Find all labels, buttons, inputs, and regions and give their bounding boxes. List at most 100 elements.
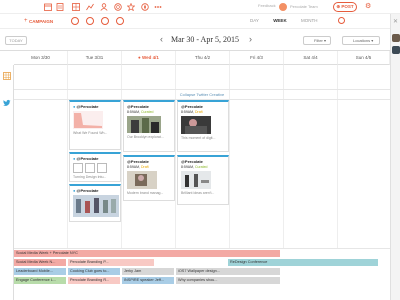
card-handle: @Percolate bbox=[181, 104, 203, 109]
card-handle: ● @Percolate bbox=[73, 156, 99, 161]
tab-week[interactable]: WEEK bbox=[273, 18, 287, 23]
card-handle-text: @Percolate bbox=[76, 188, 99, 193]
content-card[interactable]: @Percolate 8:59AM, Draft Modern brand ma… bbox=[123, 155, 175, 201]
campaign-bar[interactable]: Jerky Jam bbox=[122, 268, 174, 275]
card-body: What We Found Wh... bbox=[73, 131, 108, 135]
card-handle-text: @Percolate bbox=[76, 104, 99, 109]
post-button-label: POST bbox=[341, 4, 354, 9]
status-badge: Draft bbox=[141, 165, 149, 169]
campaign-bar[interactable]: Why companies shou... bbox=[176, 277, 280, 284]
card-body: Our Brooklyn explorat... bbox=[127, 135, 164, 139]
campaign-bar[interactable]: iOS7 Wallpaper design... bbox=[176, 268, 280, 275]
locations-label: Locations bbox=[353, 38, 371, 43]
twitter-icon[interactable] bbox=[3, 99, 11, 107]
pin-icon[interactable] bbox=[71, 17, 79, 25]
close-icon[interactable]: ✕ bbox=[393, 18, 398, 25]
card-body: Modern brand manag... bbox=[127, 191, 164, 195]
collapse-twitter-link[interactable]: Collapse Twitter Creative bbox=[14, 90, 390, 99]
chart-thumbnail bbox=[73, 111, 103, 129]
avatar[interactable] bbox=[392, 34, 400, 42]
grid-icon[interactable] bbox=[72, 3, 80, 11]
day-header-wed-label: Wed 4/1 bbox=[142, 55, 159, 60]
content-card[interactable]: @Percolate 8:59AM, Draft This moment of … bbox=[177, 100, 229, 152]
post-button[interactable]: ⊕ POST bbox=[333, 2, 357, 12]
copy-icon[interactable] bbox=[101, 17, 109, 25]
user-name[interactable]: Feedback bbox=[258, 3, 276, 8]
row-divider bbox=[14, 248, 390, 249]
day-header-sun[interactable]: Sun 4/5 bbox=[338, 51, 390, 65]
campaign-bar[interactable]: Social Media Week N... bbox=[14, 259, 66, 266]
locations-button[interactable]: Locations ▾ bbox=[342, 36, 380, 45]
tab-day[interactable]: DAY bbox=[250, 18, 259, 23]
content-card[interactable]: ● @Percolate bbox=[69, 184, 121, 222]
add-icon[interactable]: + bbox=[24, 18, 28, 24]
people-icon[interactable] bbox=[100, 3, 108, 11]
calendar-icon[interactable] bbox=[44, 3, 52, 11]
day-header-tue[interactable]: Tue 3/31 bbox=[68, 51, 122, 65]
card-time: 8:59AM, bbox=[127, 165, 141, 169]
day-header-sat[interactable]: Sat 4/4 bbox=[284, 51, 338, 65]
campaign-bar[interactable]: Percolate Branding P... bbox=[68, 259, 154, 266]
campaign-bar[interactable]: Social Media Week + Percolate NYC bbox=[14, 250, 280, 257]
image-thumbnail bbox=[127, 116, 161, 133]
campaign-bar[interactable]: ReDesign Conference bbox=[228, 259, 378, 266]
card-handle: ● @Percolate bbox=[73, 188, 99, 193]
card-meta: 8:59AM, Curated bbox=[181, 165, 225, 169]
left-channel-column bbox=[0, 65, 14, 300]
filter-label: Filter bbox=[314, 38, 323, 43]
chevron-left-icon[interactable]: ‹ bbox=[160, 34, 163, 44]
card-handle: ● @Percolate bbox=[73, 104, 99, 109]
star-icon[interactable] bbox=[127, 3, 135, 11]
date-range: Mar 30 - Apr 5, 2015 bbox=[171, 35, 239, 44]
content-card[interactable]: ● @Percolate Turning Design Intu... bbox=[69, 152, 121, 182]
image-thumbnail bbox=[181, 116, 211, 134]
attach-icon[interactable] bbox=[116, 17, 124, 25]
grid-icon[interactable] bbox=[3, 72, 11, 80]
image-thumbnail bbox=[181, 171, 211, 189]
thumbnail bbox=[73, 163, 83, 173]
status-badge: Curated bbox=[195, 165, 208, 169]
card-handle-text: @Percolate bbox=[76, 156, 99, 161]
campaign-bar[interactable]: Engage Conference L... bbox=[14, 277, 66, 284]
card-body: This moment of digit... bbox=[181, 136, 216, 140]
card-meta: 8:59AM, Curated bbox=[127, 110, 171, 114]
info-icon[interactable] bbox=[338, 17, 345, 24]
org-name[interactable]: Percolate Team bbox=[290, 4, 318, 9]
calendar-toolbar: TODAY ‹ Mar 30 - Apr 5, 2015 › Filter ▾ … bbox=[0, 29, 390, 51]
day-header-thu[interactable]: Thu 4/2 bbox=[176, 51, 230, 65]
card-time: 8:59AM, bbox=[127, 110, 141, 114]
filter-button[interactable]: Filter ▾ bbox=[303, 36, 331, 45]
card-meta: 8:59AM, Draft bbox=[127, 165, 171, 169]
content-card[interactable]: ● @Percolate What We Found Wh... bbox=[69, 100, 121, 150]
campaign-bar[interactable]: Percolate Branding R... bbox=[68, 277, 120, 284]
bell-icon[interactable] bbox=[86, 17, 94, 25]
image-thumbnail bbox=[127, 171, 157, 189]
day-header-wed[interactable]: ● Wed 4/1 bbox=[122, 51, 176, 65]
campaign-bar[interactable]: INSPIRE speaker Jeff... bbox=[122, 277, 174, 284]
content-card[interactable]: @Percolate 8:59AM, Curated Brilliant ide… bbox=[177, 155, 229, 205]
campaign-button[interactable]: CAMPAIGN bbox=[29, 19, 53, 24]
card-body: Brilliant ideas aren't... bbox=[181, 191, 215, 195]
thumbnail bbox=[97, 163, 107, 173]
card-handle: @Percolate bbox=[127, 159, 149, 164]
day-header-mon[interactable]: Mon 3/30 bbox=[14, 51, 68, 65]
today-button[interactable]: TODAY bbox=[5, 36, 27, 45]
avatar[interactable] bbox=[392, 46, 400, 54]
card-meta: 8:59AM, Draft bbox=[181, 110, 225, 114]
settings-icon[interactable]: ⚙ bbox=[365, 3, 371, 11]
tab-month[interactable]: MONTH bbox=[301, 18, 318, 23]
dots-icon[interactable] bbox=[154, 3, 162, 11]
top-navigation-bar: Feedback Percolate Team ⊕ POST ⚙ bbox=[0, 0, 400, 14]
list-icon[interactable] bbox=[56, 3, 64, 11]
chevron-right-icon[interactable]: › bbox=[249, 34, 252, 44]
content-card[interactable]: @Percolate 8:59AM, Curated Our Brooklyn … bbox=[123, 100, 175, 152]
day-header-fri[interactable]: Fri 4/3 bbox=[230, 51, 284, 65]
compass-icon[interactable] bbox=[141, 3, 149, 11]
chart-icon[interactable] bbox=[86, 3, 94, 11]
radar-icon[interactable] bbox=[114, 3, 122, 11]
card-handle: @Percolate bbox=[127, 104, 149, 109]
campaign-bar[interactable]: Leaderboard Mobile... bbox=[14, 268, 66, 275]
card-handle: @Percolate bbox=[181, 159, 203, 164]
campaign-bar[interactable]: Cooking Club goes to... bbox=[68, 268, 120, 275]
org-avatar[interactable] bbox=[278, 2, 288, 12]
